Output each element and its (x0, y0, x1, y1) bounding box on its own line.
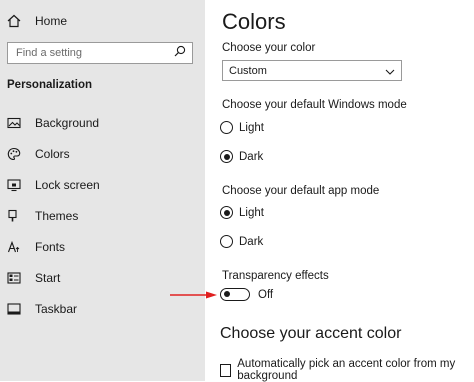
transparency-state: Off (258, 289, 274, 301)
radio-label: Dark (239, 235, 264, 248)
radio-selected-dot (223, 153, 230, 160)
radio-button[interactable] (220, 121, 233, 134)
sidebar-item-fonts[interactable]: Fonts (7, 240, 65, 254)
radio-button[interactable] (220, 150, 233, 163)
radio-label: Dark (239, 150, 264, 163)
windows-mode-light-radio[interactable]: Light (220, 121, 264, 134)
chevron-down-icon (385, 62, 395, 80)
sidebar-item-label: Start (35, 271, 61, 285)
sidebar-item-background[interactable]: Background (7, 116, 99, 130)
auto-accent-checkbox[interactable] (220, 363, 232, 377)
auto-accent-label: Automatically pick an accent color from … (237, 358, 456, 382)
palette-icon (7, 147, 21, 161)
auto-accent-checkbox-row[interactable]: Automatically pick an accent color from … (220, 358, 474, 382)
windows-mode-dark-radio[interactable]: Dark (220, 150, 263, 163)
toggle-knob (224, 291, 230, 297)
sidebar: Home Find a setting Personalization Back… (0, 0, 205, 381)
app-mode-light-radio[interactable]: Light (220, 206, 264, 219)
sidebar-item-label: Fonts (35, 240, 66, 254)
radio-button[interactable] (220, 235, 233, 248)
sidebar-item-start[interactable]: Start (7, 271, 60, 285)
lock-screen-icon (7, 178, 21, 192)
transparency-toggle[interactable] (220, 288, 250, 301)
search-input[interactable]: Find a setting (7, 42, 193, 64)
radio-selected-dot (223, 209, 230, 216)
choose-color-value: Custom (229, 64, 267, 77)
sidebar-item-label: Themes (35, 209, 79, 223)
accent-color-heading: Choose your accent color (220, 325, 402, 342)
sidebar-item-label: Taskbar (35, 302, 78, 316)
font-icon (7, 240, 21, 254)
search-icon[interactable] (174, 44, 186, 62)
choose-color-dropdown[interactable]: Custom (222, 60, 402, 81)
sidebar-item-taskbar[interactable]: Taskbar (7, 302, 77, 316)
home-icon (7, 14, 21, 28)
app-mode-dark-radio[interactable]: Dark (220, 235, 263, 248)
search-placeholder: Find a setting (16, 47, 83, 59)
app-mode-label: Choose your default app mode (222, 185, 380, 197)
home-label: Home (35, 14, 68, 28)
sidebar-item-label: Background (35, 116, 100, 130)
section-title: Personalization (7, 79, 92, 91)
sidebar-item-label: Lock screen (35, 178, 100, 192)
taskbar-icon (7, 302, 21, 316)
choose-color-label: Choose your color (222, 42, 316, 54)
radio-button[interactable] (220, 206, 233, 219)
sidebar-item-themes[interactable]: Themes (7, 209, 78, 223)
sidebar-item-lock-screen[interactable]: Lock screen (7, 178, 100, 192)
sidebar-item-colors[interactable]: Colors (7, 147, 70, 161)
sidebar-item-label: Colors (35, 147, 70, 161)
sidebar-item-home[interactable]: Home (7, 14, 67, 28)
windows-mode-label: Choose your default Windows mode (222, 99, 407, 111)
radio-label: Light (239, 206, 264, 219)
transparency-label: Transparency effects (222, 270, 329, 282)
page-title: Colors (222, 9, 286, 34)
picture-icon (7, 116, 21, 130)
brush-icon (7, 209, 21, 223)
annotation-arrow-icon (170, 291, 217, 299)
start-icon (7, 271, 21, 285)
radio-label: Light (239, 121, 264, 134)
